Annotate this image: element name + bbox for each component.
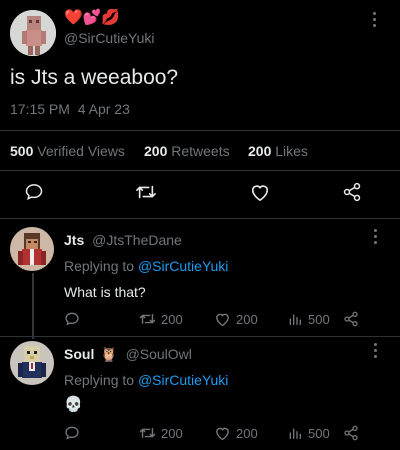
reply-header: Jts @JtsTheDane (64, 231, 182, 249)
reply-like-button[interactable]: 200 (214, 311, 258, 327)
reply-views-button[interactable]: 500 (287, 425, 330, 441)
reply-views-count: 500 (308, 311, 330, 327)
like-button[interactable] (249, 182, 271, 202)
replying-to: Replying to @SirCutieYuki (64, 371, 228, 389)
reply-author-handle[interactable]: @SoulOwl (126, 346, 192, 362)
views-stat[interactable]: 500 Verified Views (10, 143, 125, 159)
reply-retweet-count: 200 (161, 425, 183, 441)
comment-icon (25, 184, 43, 200)
reply-text: 💀 (64, 396, 83, 413)
reply-text: What is that? (64, 284, 146, 300)
reply-retweet-button[interactable]: 200 (139, 425, 183, 441)
retweet-icon (136, 185, 156, 199)
likes-count: 200 (248, 143, 272, 159)
replying-to-prefix: Replying to (64, 258, 135, 274)
reply-retweet-count: 200 (161, 311, 183, 327)
views-label: Verified Views (37, 143, 125, 159)
reply-views-count: 500 (308, 425, 330, 441)
author-avatar[interactable] (10, 10, 56, 56)
retweets-stat[interactable]: 200 Retweets (144, 143, 230, 159)
author-name[interactable]: ❤️💕💋 (64, 8, 120, 28)
heart-icon (216, 313, 229, 327)
reply-share-button[interactable] (343, 425, 359, 441)
divider (0, 130, 400, 131)
retweets-count: 200 (144, 143, 168, 159)
reply-author-name[interactable]: Jts (64, 232, 84, 248)
reply-retweet-button[interactable]: 200 (139, 311, 183, 327)
reply-author-name[interactable]: Soul (64, 346, 94, 362)
share-icon (344, 311, 358, 327)
retweet-icon (139, 314, 156, 324)
divider (0, 170, 400, 171)
reply-like-count: 200 (236, 425, 258, 441)
reply-comment-button[interactable] (64, 311, 80, 327)
reply-avatar-image (10, 227, 54, 271)
reply-like-count: 200 (236, 311, 258, 327)
author-handle[interactable]: @SirCutieYuki (64, 29, 154, 47)
thread-line (32, 273, 34, 339)
more-icon[interactable] (374, 343, 378, 361)
divider (0, 218, 400, 219)
tweet-date: 4 Apr 23 (77, 101, 130, 117)
tweet-timestamp[interactable]: 17:15 PM 4 Apr 23 (10, 100, 130, 118)
more-icon[interactable] (373, 12, 377, 30)
replying-to: Replying to @SirCutieYuki (64, 257, 228, 275)
views-icon (289, 314, 301, 325)
tweet-time: 17:15 PM (10, 101, 70, 117)
retweets-label: Retweets (171, 143, 230, 159)
share-icon (343, 182, 361, 202)
reply-avatar[interactable] (10, 227, 54, 271)
likes-stat[interactable]: 200 Likes (248, 143, 308, 159)
reply-button[interactable] (24, 182, 44, 202)
reply-like-button[interactable]: 200 (214, 425, 258, 441)
replying-to-prefix: Replying to (64, 372, 135, 388)
views-icon (289, 428, 301, 439)
retweet-button[interactable] (135, 182, 157, 202)
reply-comment-button[interactable] (64, 425, 80, 441)
tweet-text: is Jts a weeaboo? (10, 66, 179, 89)
heart-icon (216, 427, 229, 441)
share-icon (344, 425, 358, 441)
owl-emoji: 🦉 (100, 346, 118, 362)
author-avatar-image (10, 10, 56, 56)
reply-avatar[interactable] (10, 341, 54, 385)
reply-views-button[interactable]: 500 (287, 311, 330, 327)
share-button[interactable] (342, 182, 362, 202)
comment-icon (65, 426, 79, 440)
likes-label: Likes (275, 143, 308, 159)
more-icon[interactable] (374, 229, 378, 247)
reply-header: Soul 🦉 @SoulOwl (64, 345, 192, 363)
divider (0, 336, 400, 337)
comment-icon (65, 312, 79, 326)
retweet-icon (139, 428, 156, 438)
heart-icon (251, 185, 269, 202)
reply-author-handle[interactable]: @JtsTheDane (92, 232, 182, 248)
replying-to-handle[interactable]: @SirCutieYuki (138, 258, 228, 274)
reply-avatar-image (10, 341, 54, 385)
views-count: 500 (10, 143, 34, 159)
reply-share-button[interactable] (343, 311, 359, 327)
replying-to-handle[interactable]: @SirCutieYuki (138, 372, 228, 388)
